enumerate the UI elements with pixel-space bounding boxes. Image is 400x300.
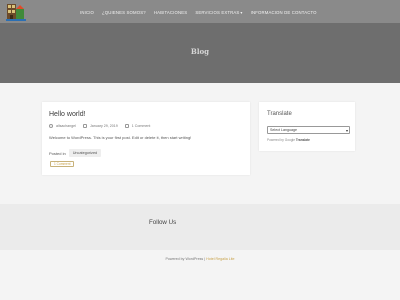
blog-post-card: Hello world! allsachangel January 29, 20…	[42, 102, 250, 175]
post-title-link[interactable]: Hello world!	[49, 111, 86, 118]
post-meta: allsachangel January 29, 2019 1 Comment	[49, 123, 150, 129]
nav-item-contacto[interactable]: INFORMACION DE CONTACTO	[251, 10, 317, 15]
translate-brand-text[interactable]: Translate	[296, 138, 310, 142]
footer-credit: Powered by WordPress | Hotel Regalia Lit…	[0, 257, 400, 261]
powered-by-text: Powered by	[267, 138, 284, 142]
site-logo[interactable]	[6, 2, 26, 21]
post-author[interactable]: allsachangel	[56, 124, 76, 128]
nav-item-inicio[interactable]: INICIO	[80, 10, 94, 15]
language-select-value: Select Language	[270, 128, 297, 132]
main-nav: INICIO ¿QUIENES SOMOS? HABITACIONES SERV…	[80, 7, 317, 17]
comment-icon	[124, 124, 129, 128]
post-date[interactable]: January 29, 2019	[90, 124, 118, 128]
chevron-down-icon: ▾	[240, 9, 243, 15]
follow-us-heading: Follow Us	[149, 219, 177, 226]
nav-item-servicios-extras[interactable]: SERVICIOS EXTRAS▾	[195, 10, 242, 15]
language-select[interactable]: Select Language ▾	[267, 126, 350, 134]
comment-count-button[interactable]: 1 Comment	[50, 161, 75, 167]
credit-prefix[interactable]: Powered by WordPress |	[166, 257, 206, 261]
translate-widget: Translate Select Language ▾ Powered by G…	[259, 102, 355, 151]
post-comments-link[interactable]: 1 Comment	[132, 124, 151, 128]
calendar-icon	[82, 124, 87, 128]
page-title: Blog	[190, 47, 210, 56]
posted-in-label: Posted in	[49, 150, 66, 156]
chevron-down-icon: ▾	[345, 128, 348, 133]
post-excerpt: Welcome to WordPress. This is your first…	[49, 135, 192, 140]
footer-widgets	[0, 204, 400, 250]
nav-item-habitaciones[interactable]: HABITACIONES	[154, 10, 187, 15]
google-translate-attribution: Powered by Google Translate	[267, 138, 310, 142]
top-navigation-bar: INICIO ¿QUIENES SOMOS? HABITACIONES SERV…	[0, 0, 400, 23]
widget-title: Translate	[267, 111, 292, 117]
post-categories: Posted in Uncategorized	[49, 148, 102, 158]
nav-item-servicios-extras-label: SERVICIOS EXTRAS	[195, 9, 240, 15]
google-brand-text[interactable]: Google	[285, 138, 295, 142]
category-tag[interactable]: Uncategorized	[68, 149, 102, 157]
page-hero-banner: Blog	[0, 23, 400, 83]
nav-item-quienes-somos[interactable]: ¿QUIENES SOMOS?	[102, 10, 146, 15]
theme-credit-link[interactable]: Hotel Regalia Lite	[206, 257, 234, 261]
user-icon	[49, 124, 53, 128]
